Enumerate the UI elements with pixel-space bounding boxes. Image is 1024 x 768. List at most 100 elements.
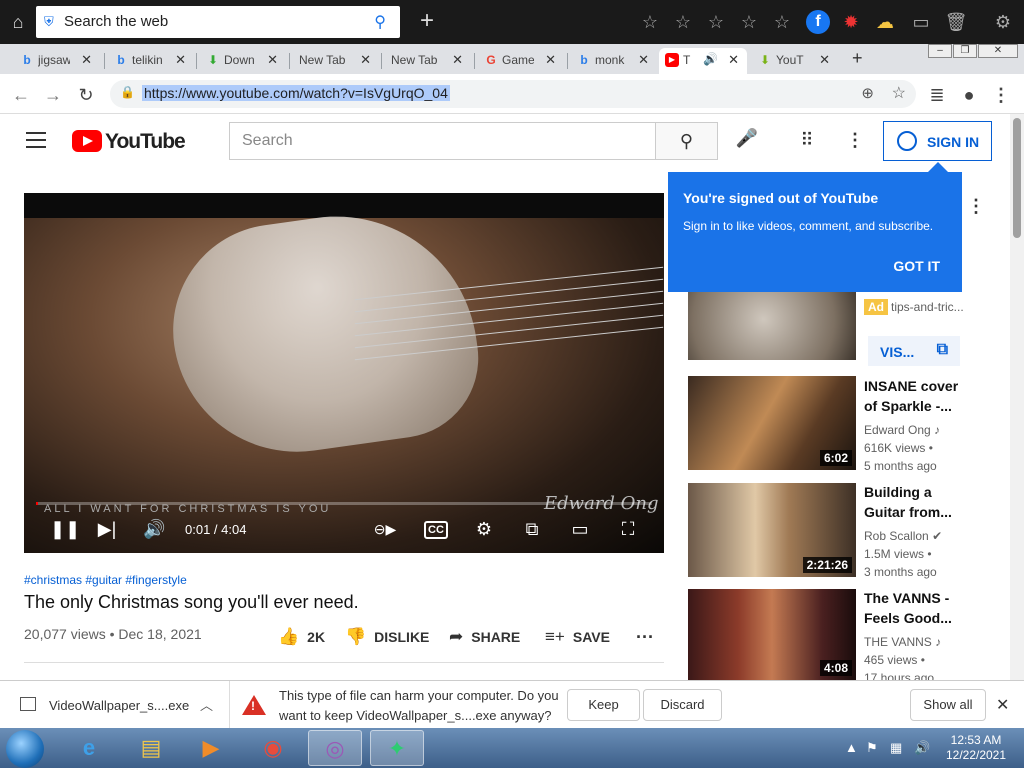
system-clock[interactable]: 12:53 AM 12/22/2021: [940, 733, 1012, 763]
star-icon[interactable]: ☆: [638, 10, 662, 34]
tab-new-tab-2[interactable]: New Tab ✕: [385, 48, 471, 74]
flag-icon[interactable]: ⚑: [866, 740, 878, 756]
tab-game[interactable]: G Game ✕: [478, 48, 564, 74]
microphone-icon[interactable]: 🎤: [734, 128, 760, 154]
video-player[interactable]: ALL I WANT FOR CHRISTMAS IS YOU Edward O…: [24, 193, 664, 553]
close-icon[interactable]: ✕: [267, 52, 278, 68]
restore-icon[interactable]: ❐: [953, 44, 977, 58]
youtube-search-button[interactable]: ⚲: [655, 122, 718, 160]
file-explorer-icon[interactable]: ▤: [124, 730, 178, 766]
web-search-box[interactable]: ⛨ Search the web ⚲: [36, 6, 400, 38]
theater-mode-icon[interactable]: ▭: [567, 518, 593, 540]
gear-icon[interactable]: ⚙: [991, 10, 1015, 34]
tab-youtube-active[interactable]: ▶ T 🔊 ✕: [659, 48, 747, 74]
channel-name[interactable]: Edward Ong ♪: [864, 423, 940, 437]
download-item[interactable]: VideoWallpaper_s....exe ︿: [0, 681, 230, 728]
minimize-icon[interactable]: –: [928, 44, 952, 58]
recommended-title[interactable]: INSANE cover of Sparkle -...: [864, 376, 964, 416]
close-icon[interactable]: ✕: [638, 52, 649, 68]
url-input[interactable]: 🔒 https://www.youtube.com/watch?v=IsVgUr…: [110, 80, 916, 108]
hamburger-menu-icon[interactable]: [26, 132, 46, 148]
facebook-icon[interactable]: f: [806, 10, 830, 34]
start-button[interactable]: [6, 730, 44, 768]
autoplay-toggle-icon[interactable]: ⊖▶: [368, 518, 402, 540]
sign-in-button[interactable]: SIGN IN: [883, 121, 992, 161]
close-icon[interactable]: ✕: [81, 52, 92, 68]
settings-gear-icon[interactable]: ⚙: [472, 518, 496, 540]
chrome-icon[interactable]: ◉: [246, 730, 300, 766]
back-icon[interactable]: ←: [10, 84, 32, 106]
close-icon[interactable]: ✕: [819, 52, 830, 68]
more-vert-icon[interactable]: ⋮: [966, 196, 986, 216]
reload-icon[interactable]: ↻: [75, 84, 97, 106]
network-icon[interactable]: ▦: [890, 740, 902, 756]
tab-new-tab-1[interactable]: New Tab ✕: [293, 48, 379, 74]
scrollbar-thumb[interactable]: [1013, 118, 1021, 238]
weather-icon[interactable]: ☁: [873, 10, 897, 34]
close-window-icon[interactable]: ✕: [978, 44, 1018, 58]
media-player-icon[interactable]: ▶: [184, 730, 238, 766]
channel-name[interactable]: Rob Scallon ✔: [864, 529, 942, 543]
close-icon[interactable]: ✕: [545, 52, 556, 68]
video-thumbnail[interactable]: 2:21:26: [688, 483, 856, 577]
tab-youtube-downloader[interactable]: ⬇ YouT ✕: [752, 48, 838, 74]
ad-thumbnail[interactable]: [688, 292, 856, 360]
url-text[interactable]: https://www.youtube.com/watch?v=IsVgUrqO…: [142, 85, 450, 101]
bookmark-star-icon[interactable]: ☆: [892, 83, 906, 103]
pause-icon[interactable]: ❚❚: [50, 518, 80, 540]
like-button[interactable]: 👍 2K: [278, 627, 325, 647]
folder-icon[interactable]: ▭: [909, 10, 933, 34]
search-icon[interactable]: ⚲: [374, 12, 386, 32]
recommended-title[interactable]: The VANNS - Feels Good...: [864, 588, 964, 628]
fullscreen-icon[interactable]: ⛶: [616, 518, 640, 540]
save-button[interactable]: ≡+ SAVE: [545, 627, 610, 647]
visit-button[interactable]: VIS... ⧉: [868, 336, 960, 366]
recommended-title[interactable]: Building a Guitar from...: [864, 482, 964, 522]
app-icon[interactable]: ✦: [370, 730, 424, 766]
volume-icon[interactable]: 🔊: [143, 518, 165, 540]
menu-dots-icon[interactable]: ⋮: [990, 84, 1012, 106]
app-icon[interactable]: ◎: [308, 730, 362, 766]
star-icon[interactable]: ☆: [737, 10, 761, 34]
got-it-button[interactable]: GOT IT: [893, 258, 940, 274]
new-tab-icon[interactable]: +: [852, 48, 863, 69]
star-icon[interactable]: ☆: [671, 10, 695, 34]
star-icon[interactable]: ☆: [770, 10, 794, 34]
discard-button[interactable]: Discard: [643, 689, 722, 721]
share-button[interactable]: ➦ SHARE: [449, 627, 520, 647]
internet-explorer-icon[interactable]: e: [62, 730, 116, 766]
bug-icon[interactable]: ✹: [839, 10, 863, 34]
settings-dots-icon[interactable]: ⋮: [845, 130, 865, 152]
forward-icon[interactable]: →: [42, 84, 64, 106]
close-icon[interactable]: ✕: [175, 52, 186, 68]
dislike-button[interactable]: 👎 DISLIKE: [345, 627, 429, 647]
add-circle-icon[interactable]: ⊕: [861, 84, 874, 102]
close-icon[interactable]: ✕: [728, 52, 739, 68]
speaker-icon[interactable]: 🔊: [703, 52, 718, 66]
add-icon[interactable]: +: [412, 6, 442, 38]
next-icon[interactable]: ▶|: [96, 518, 118, 540]
keep-button[interactable]: Keep: [567, 689, 640, 721]
tab-downloads[interactable]: ⬇ Down ✕: [200, 48, 286, 74]
close-icon[interactable]: ✕: [452, 52, 463, 68]
volume-tray-icon[interactable]: 🔊: [914, 740, 930, 756]
close-icon[interactable]: ✕: [360, 52, 371, 68]
video-thumbnail[interactable]: 6:02: [688, 376, 856, 470]
apps-grid-icon[interactable]: ⠿: [796, 130, 818, 152]
profile-icon[interactable]: ●: [958, 84, 980, 106]
trash-icon[interactable]: 🗑: [944, 10, 968, 34]
close-icon[interactable]: ✕: [996, 695, 1009, 715]
tab-jigsaw[interactable]: b jigsaw ✕: [14, 48, 100, 74]
star-icon[interactable]: ☆: [704, 10, 728, 34]
chevron-up-icon[interactable]: ︿: [200, 695, 213, 714]
home-icon[interactable]: ⌂: [6, 10, 30, 34]
media-controls-icon[interactable]: ≣: [926, 84, 948, 106]
lock-icon[interactable]: 🔒: [120, 85, 135, 99]
miniplayer-icon[interactable]: ⧉: [520, 518, 544, 540]
captions-icon[interactable]: CC: [424, 521, 448, 539]
channel-name[interactable]: THE VANNS ♪: [864, 635, 941, 649]
tray-expand-icon[interactable]: ▲: [845, 740, 858, 755]
tab-telikin[interactable]: b telikin ✕: [108, 48, 194, 74]
show-all-button[interactable]: Show all: [910, 689, 986, 721]
tab-monk[interactable]: b monk ✕: [571, 48, 657, 74]
